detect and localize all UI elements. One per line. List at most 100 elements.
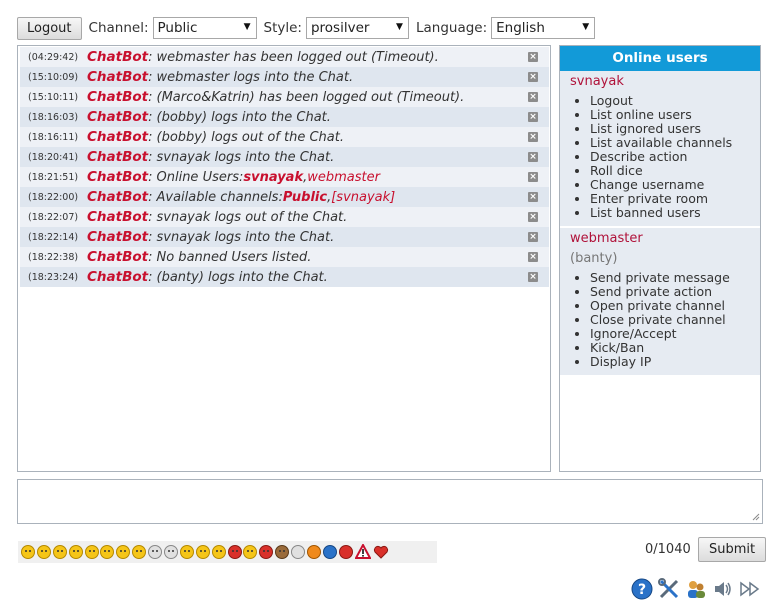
lightbulb-emoticon-icon[interactable] (291, 545, 306, 559)
message-text: svnayak logs into the Chat. (156, 229, 335, 245)
cool-emoticon-icon[interactable] (179, 545, 194, 559)
online-user-name[interactable]: webmaster (570, 231, 750, 246)
sad-emoticon-icon[interactable] (36, 545, 51, 559)
delete-message-icon[interactable]: × (528, 252, 538, 262)
delete-message-icon[interactable]: × (528, 272, 538, 282)
user-action-item[interactable]: Kick/Ban (590, 341, 750, 355)
laugh-emoticon-icon[interactable] (195, 545, 210, 559)
message-author[interactable]: ChatBot (87, 229, 148, 245)
delete-message-icon[interactable]: × (528, 112, 538, 122)
message-author[interactable]: ChatBot (87, 169, 148, 185)
delete-message-icon[interactable]: × (528, 232, 538, 242)
online-users-title: Online users (560, 46, 760, 71)
delete-message-icon[interactable]: × (528, 152, 538, 162)
message-author[interactable]: ChatBot (87, 89, 148, 105)
message-text: Online Users: (156, 169, 244, 185)
message-link[interactable]: webmaster (307, 170, 380, 185)
message-author[interactable]: ChatBot (87, 109, 148, 125)
submit-button[interactable]: Submit (698, 537, 767, 562)
channel-select-value: Public (157, 20, 198, 36)
user-action-item[interactable]: Describe action (590, 150, 750, 164)
resize-grip-icon[interactable] (752, 513, 760, 521)
user-action-item[interactable]: Change username (590, 178, 750, 192)
surprised-emoticon-icon[interactable] (116, 545, 131, 559)
message-author[interactable]: ChatBot (87, 129, 148, 145)
fast-forward-icon[interactable] (739, 578, 761, 600)
message-link[interactable]: svnayak (243, 170, 303, 185)
message-author[interactable]: ChatBot (87, 49, 148, 65)
message-author[interactable]: ChatBot (87, 269, 148, 285)
settings-icon[interactable] (658, 578, 680, 600)
delete-message-icon[interactable]: × (528, 132, 538, 142)
delete-message-icon[interactable]: × (528, 192, 538, 202)
sad-emoticon-icon[interactable] (52, 545, 67, 559)
message-author[interactable]: ChatBot (87, 149, 148, 165)
user-action-item[interactable]: Display IP (590, 355, 750, 369)
user-action-item[interactable]: Send private message (590, 271, 750, 285)
message-text: No banned Users listed. (156, 249, 312, 265)
chat-list[interactable]: (04:29:42) ChatBot: webmaster has been log… (17, 45, 551, 472)
grin-emoticon-icon[interactable] (132, 545, 147, 559)
users-icon[interactable] (685, 578, 707, 600)
nerd-emoticon-icon[interactable] (148, 545, 163, 559)
message-author[interactable]: ChatBot (87, 249, 148, 265)
language-select-value: English (496, 20, 545, 36)
delete-message-icon[interactable]: × (528, 172, 538, 182)
user-action-item[interactable]: Logout (590, 94, 750, 108)
neutral-emoticon-icon[interactable] (100, 545, 115, 559)
user-action-item[interactable]: Open private channel (590, 299, 750, 313)
language-select[interactable]: English ▼ (491, 17, 596, 39)
chat-message-row: (18:21:51) ChatBot: Online Users: svnayak,… (20, 167, 549, 187)
language-label: Language: (415, 20, 488, 36)
delete-message-icon[interactable]: × (528, 212, 538, 222)
message-link[interactable]: Public (283, 190, 327, 205)
sound-icon[interactable] (712, 578, 734, 600)
user-action-item[interactable]: Roll dice (590, 164, 750, 178)
logout-button[interactable]: Logout (17, 16, 82, 40)
style-select[interactable]: prosilver ▼ (305, 17, 409, 39)
online-user-name[interactable]: svnayak (570, 74, 750, 89)
heart-emoticon-icon[interactable] (373, 544, 389, 560)
user-action-item[interactable]: Ignore/Accept (590, 327, 750, 341)
delete-message-icon[interactable]: × (528, 52, 538, 62)
delete-message-icon[interactable]: × (528, 72, 538, 82)
channel-select[interactable]: Public ▼ (152, 17, 257, 39)
message-author[interactable]: ChatBot (87, 209, 148, 225)
exclamation-emoticon-icon[interactable] (307, 545, 322, 559)
user-action-item[interactable]: List banned users (590, 206, 750, 220)
chat-message-row: (18:16:11) ChatBot: (bobby) logs out of th… (20, 127, 549, 147)
monkey-emoticon-icon[interactable] (275, 545, 290, 559)
warning-emoticon-icon[interactable] (354, 544, 371, 560)
user-action-item[interactable]: List available channels (590, 136, 750, 150)
delete-message-icon[interactable]: × (528, 92, 538, 102)
no-entry-emoticon-icon[interactable] (338, 545, 353, 559)
user-action-item[interactable]: Send private action (590, 285, 750, 299)
message-timestamp: (18:22:00) (28, 191, 79, 203)
smile-emoticon-icon[interactable] (21, 545, 35, 559)
chat-message-row: (18:22:14) ChatBot: svnayak logs into the … (20, 227, 549, 247)
message-colon: : (148, 49, 153, 65)
online-user-block: webmaster (banty) Send private messageSend… (560, 226, 760, 375)
message-text: (bobby) logs into the Chat. (156, 109, 331, 125)
wink-emoticon-icon[interactable] (84, 545, 99, 559)
message-timestamp: (18:22:14) (28, 231, 79, 243)
tongue-emoticon-icon[interactable] (68, 545, 83, 559)
user-action-item[interactable]: List ignored users (590, 122, 750, 136)
user-action-item[interactable]: Enter private room (590, 192, 750, 206)
glasses-emoticon-icon[interactable] (164, 545, 179, 559)
message-author[interactable]: ChatBot (87, 69, 148, 85)
message-colon: : (148, 69, 153, 85)
tongue-out-emoticon-icon[interactable] (227, 545, 242, 559)
message-input[interactable] (17, 479, 763, 524)
chat-message-row: (15:10:11) ChatBot: (Marco&Katrin) has bee… (20, 87, 549, 107)
help-icon[interactable]: ? (631, 578, 653, 600)
message-link[interactable]: [svnayak] (331, 190, 395, 205)
user-action-item[interactable]: Close private channel (590, 313, 750, 327)
devil-emoticon-icon[interactable] (259, 545, 274, 559)
cry-emoticon-icon[interactable] (211, 545, 226, 559)
user-action-list: Send private messageSend private actionO… (570, 271, 750, 369)
grin-emoticon-icon[interactable] (243, 545, 258, 559)
user-action-item[interactable]: List online users (590, 108, 750, 122)
message-author[interactable]: ChatBot (87, 189, 148, 205)
question-emoticon-icon[interactable] (322, 545, 337, 559)
